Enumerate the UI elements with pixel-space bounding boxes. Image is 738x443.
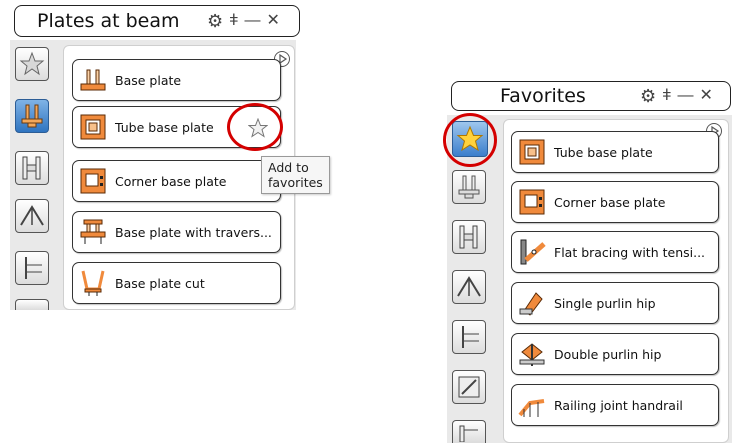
list-item-base-plate[interactable]: Base plate — [72, 59, 281, 101]
railing-joint-handrail-icon — [518, 399, 545, 417]
item-label: Railing joint handrail — [554, 397, 683, 413]
item-label: Flat bracing with tensi... — [554, 244, 706, 260]
base-plates-category-button[interactable] — [15, 99, 49, 133]
item-label: Base plate cut — [115, 275, 205, 291]
pin-icon[interactable]: ǂ — [662, 88, 671, 104]
item-label: Base plate with travers... — [115, 224, 272, 240]
item-label: Base plate — [115, 72, 182, 88]
truss-icon — [20, 205, 44, 226]
minimize-icon[interactable]: — — [244, 13, 260, 29]
tube-base-plate-icon — [519, 139, 545, 165]
list-item-corner-base-plate[interactable]: Corner base plate — [72, 160, 281, 202]
item-label: Single purlin hip — [554, 295, 656, 311]
favorites-category-button[interactable] — [15, 47, 49, 81]
add-to-favorites-tooltip: Add to favorites — [261, 156, 330, 194]
diagonal-brace-icon — [458, 376, 480, 398]
panel-title: Plates at beam — [37, 10, 180, 32]
truss-category-button[interactable] — [452, 270, 486, 304]
item-label: Corner base plate — [115, 173, 227, 189]
bracing-category-button[interactable] — [452, 320, 486, 354]
truss-icon — [457, 276, 481, 297]
column-joint-icon — [459, 225, 478, 249]
single-purlin-hip-icon — [519, 292, 543, 316]
base-plate-category-icon — [458, 175, 480, 199]
flat-bracing-icon — [520, 239, 546, 265]
add-favorite-star-icon[interactable] — [248, 118, 268, 138]
bracing-category-button[interactable] — [15, 251, 49, 285]
list-item-flat-bracing[interactable]: Flat bracing with tensi... — [511, 231, 719, 273]
column-joint-icon — [22, 156, 41, 180]
minimize-icon[interactable]: — — [677, 88, 693, 104]
pin-icon[interactable]: ǂ — [229, 13, 238, 29]
truss-category-button[interactable] — [15, 199, 49, 233]
settings-gear-icon[interactable]: ⚙ — [640, 87, 656, 105]
item-label: Tube base plate — [554, 144, 653, 160]
list-item-single-purlin-hip[interactable]: Single purlin hip — [511, 282, 719, 324]
base-plates-category-button[interactable] — [452, 170, 486, 204]
double-purlin-hip-icon — [519, 343, 545, 366]
base-plate-category-icon — [21, 104, 43, 128]
panel-title: Favorites — [500, 85, 586, 107]
more-category-button[interactable] — [452, 420, 486, 443]
list-item-tube-base-plate[interactable]: Tube base plate — [72, 106, 281, 148]
base-plate-cut-icon — [81, 270, 105, 296]
more-category-button[interactable] — [15, 299, 49, 310]
star-icon — [456, 125, 484, 152]
frame-icon — [459, 425, 478, 442]
star-icon — [19, 51, 45, 76]
list-item-corner-base-plate[interactable]: Corner base plate — [511, 181, 719, 223]
corner-base-plate-icon — [80, 168, 106, 194]
right-title-bar: Favorites ⚙ ǂ — ✕ — [451, 81, 731, 111]
diagonal-category-button[interactable] — [452, 370, 486, 404]
favorites-category-button[interactable] — [452, 121, 488, 157]
item-label: Double purlin hip — [554, 346, 662, 362]
left-title-bar: Plates at beam ⚙ ǂ — ✕ — [14, 5, 300, 37]
column-joint-category-button[interactable] — [15, 151, 49, 185]
bracing-icon — [462, 326, 479, 348]
close-icon[interactable]: ✕ — [699, 88, 712, 104]
list-item-base-plate-with-travers[interactable]: Base plate with travers... — [72, 211, 281, 253]
settings-gear-icon[interactable]: ⚙ — [207, 12, 223, 30]
list-item-tube-base-plate[interactable]: Tube base plate — [511, 131, 719, 173]
list-item-railing-joint-handrail[interactable]: Railing joint handrail — [511, 384, 719, 426]
base-plate-icon — [80, 69, 106, 91]
item-label: Corner base plate — [554, 194, 666, 210]
corner-base-plate-icon — [519, 189, 545, 215]
tube-base-plate-icon — [80, 114, 106, 140]
item-label: Tube base plate — [115, 119, 214, 135]
close-icon[interactable]: ✕ — [266, 13, 279, 29]
list-item-base-plate-cut[interactable]: Base plate cut — [72, 262, 281, 304]
base-plate-travers-icon — [80, 219, 106, 244]
bracing-icon — [25, 257, 42, 279]
list-item-double-purlin-hip[interactable]: Double purlin hip — [511, 333, 719, 375]
column-joint-category-button[interactable] — [452, 220, 486, 254]
